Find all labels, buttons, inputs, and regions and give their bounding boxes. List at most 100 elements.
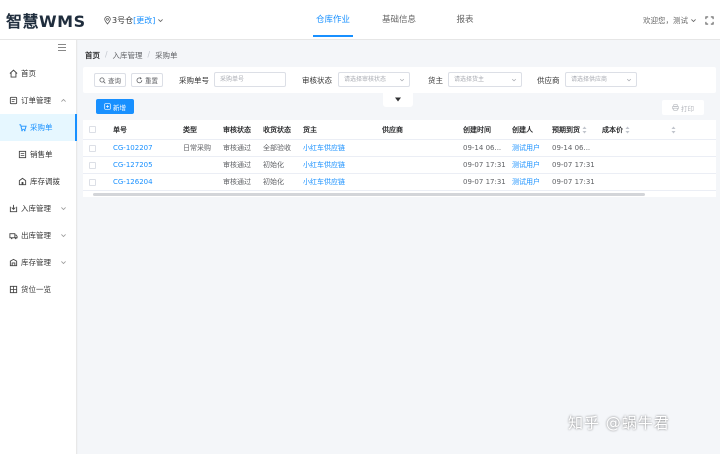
- order-number-link[interactable]: CG-127205: [113, 157, 153, 173]
- breadcrumb: 首页 / 入库管理 / 采购单: [85, 50, 178, 61]
- column-header-audit-status[interactable]: 审核状态: [223, 120, 251, 139]
- breadcrumb-home[interactable]: 首页: [85, 50, 100, 61]
- column-header-creator[interactable]: 创建人: [512, 120, 533, 139]
- breadcrumb-separator: /: [105, 50, 108, 59]
- sidebar-item-sales-order[interactable]: 销售单: [0, 141, 77, 168]
- reset-button[interactable]: 重置: [131, 73, 163, 87]
- transfer-icon: [18, 177, 27, 186]
- sidebar-item-label: 库存管理: [21, 258, 51, 267]
- breadcrumb-current: 采购单: [155, 51, 178, 60]
- add-button[interactable]: 新增: [96, 99, 134, 114]
- supplier-select[interactable]: 请选择供应商: [565, 72, 637, 87]
- owner-label: 货主: [428, 76, 443, 85]
- chevron-down-icon: [61, 207, 66, 211]
- user-menu[interactable]: 欢迎您，测试: [643, 15, 688, 26]
- row-select-cell: [89, 174, 96, 190]
- sidebar-item-label: 采购单: [30, 123, 53, 132]
- chevron-down-icon: [511, 78, 517, 82]
- supplier-placeholder: 请选择供应商: [571, 76, 608, 83]
- query-button[interactable]: 查询: [94, 73, 126, 87]
- user-area: 欢迎您，测试: [643, 15, 714, 26]
- print-button[interactable]: 打印: [662, 100, 704, 115]
- filter-expand-toggle[interactable]: [383, 93, 413, 107]
- tab-reports[interactable]: 报表: [432, 0, 498, 40]
- sidebar-item-stock-transfer[interactable]: 库存调拨: [0, 168, 77, 195]
- app-logo: 智慧WMS: [6, 12, 86, 31]
- order-icon: [9, 96, 18, 105]
- owner-link[interactable]: 小红车供应链: [303, 174, 345, 190]
- tab-basic-info[interactable]: 基础信息: [366, 0, 432, 40]
- add-icon: [104, 103, 111, 110]
- created-time-cell: 09-07 17:31: [463, 161, 506, 169]
- inbound-icon: [9, 204, 18, 213]
- audit-status-cell: 审核通过: [223, 161, 251, 169]
- purchase-icon: [19, 124, 27, 132]
- menu-collapse-icon[interactable]: [57, 43, 67, 52]
- table-row[interactable]: CG-102207 日常采购 审核通过 全部验收 小红车供应链 09-14 06…: [83, 140, 716, 157]
- print-button-label: 打印: [681, 104, 694, 113]
- column-header-type[interactable]: 类型: [183, 120, 197, 139]
- column-header-extra: [669, 120, 676, 139]
- breadcrumb-inbound[interactable]: 入库管理: [113, 50, 143, 61]
- chevron-down-icon: [61, 234, 66, 238]
- printer-icon: [672, 104, 679, 111]
- sidebar-item-label: 入库管理: [21, 204, 51, 213]
- owner-placeholder: 请选择货主: [454, 76, 485, 83]
- column-header-receipt-status[interactable]: 收货状态: [263, 120, 291, 139]
- warehouse-change-link[interactable]: [更改]: [133, 15, 155, 26]
- column-header-created-time[interactable]: 创建时间: [463, 120, 491, 139]
- column-header-cost-price[interactable]: 成本价: [602, 120, 630, 139]
- warehouse-name: 3号仓: [112, 16, 134, 25]
- warehouse-selector[interactable]: 3号仓 [更改]: [104, 15, 164, 26]
- search-icon: [99, 77, 106, 84]
- select-all-checkbox[interactable]: [89, 126, 96, 133]
- sidebar-item-inventory-management[interactable]: 库存管理: [0, 249, 77, 276]
- sort-icon[interactable]: [671, 126, 676, 134]
- sidebar-item-inbound-management[interactable]: 入库管理: [0, 195, 77, 222]
- location-icon: [9, 285, 18, 294]
- creator-link[interactable]: 测试用户: [512, 140, 540, 156]
- order-number-link[interactable]: CG-102207: [113, 140, 153, 156]
- row-checkbox[interactable]: [89, 178, 96, 186]
- owner-select[interactable]: 请选择货主: [448, 72, 522, 87]
- scrollbar-thumb[interactable]: [93, 193, 645, 196]
- outbound-icon: [9, 233, 18, 240]
- sidebar-item-purchase-order[interactable]: 采购单: [0, 114, 77, 141]
- owner-link[interactable]: 小红车供应链: [303, 140, 345, 156]
- sidebar-item-location-overview[interactable]: 货位一览: [0, 276, 77, 303]
- row-checkbox[interactable]: [89, 144, 96, 152]
- chevron-down-icon: [626, 78, 632, 82]
- row-checkbox[interactable]: [89, 161, 96, 169]
- sidebar-item-order-management[interactable]: 订单管理: [0, 87, 77, 114]
- table-row[interactable]: CG-126204 审核通过 初始化 小红车供应链 09-07 17:31 测试…: [83, 174, 716, 191]
- column-header-expected-arrival[interactable]: 预期到货: [552, 120, 587, 139]
- column-header-order-no[interactable]: 单号: [113, 120, 127, 139]
- location-pin-icon: [104, 16, 111, 25]
- chevron-down-icon: [691, 19, 696, 23]
- row-select-cell: [89, 140, 96, 156]
- audit-status-select[interactable]: 请选择审核状态: [338, 72, 410, 87]
- tab-warehouse-ops[interactable]: 仓库作业: [300, 0, 366, 40]
- order-number-link[interactable]: CG-126204: [113, 174, 153, 190]
- fullscreen-icon[interactable]: [705, 16, 714, 25]
- sales-icon: [18, 150, 27, 159]
- column-header-supplier[interactable]: 供应商: [382, 120, 403, 139]
- reset-button-label: 重置: [145, 77, 158, 85]
- column-header-owner[interactable]: 货主: [303, 120, 317, 139]
- owner-link[interactable]: 小红车供应链: [303, 157, 345, 173]
- breadcrumb-separator: /: [147, 50, 151, 59]
- po-number-input[interactable]: 采购单号: [214, 72, 286, 87]
- column-header-expected-arrival-label: 预期到货: [552, 125, 580, 134]
- sidebar-item-outbound-management[interactable]: 出库管理: [0, 222, 77, 249]
- purchase-order-table: 单号 类型 审核状态 收货状态 货主 供应商 创建时间 创建人 预期到货 成本价…: [83, 120, 716, 197]
- type-cell: 日常采购: [183, 144, 211, 152]
- creator-link[interactable]: 测试用户: [512, 157, 540, 173]
- sidebar: 首页 订单管理 采购单 销售单 库存调拨 入库管理 出库管理 库存管理 货位一览: [0, 40, 77, 454]
- sort-icon[interactable]: [625, 126, 630, 134]
- creator-link[interactable]: 测试用户: [512, 174, 540, 190]
- watermark: 知乎 @蜗牛君: [568, 414, 670, 432]
- table-horizontal-scrollbar[interactable]: [83, 191, 716, 197]
- sort-icon[interactable]: [582, 126, 587, 134]
- sidebar-item-home[interactable]: 首页: [0, 60, 77, 87]
- table-row[interactable]: CG-127205 审核通过 初始化 小红车供应链 09-07 17:31 测试…: [83, 157, 716, 174]
